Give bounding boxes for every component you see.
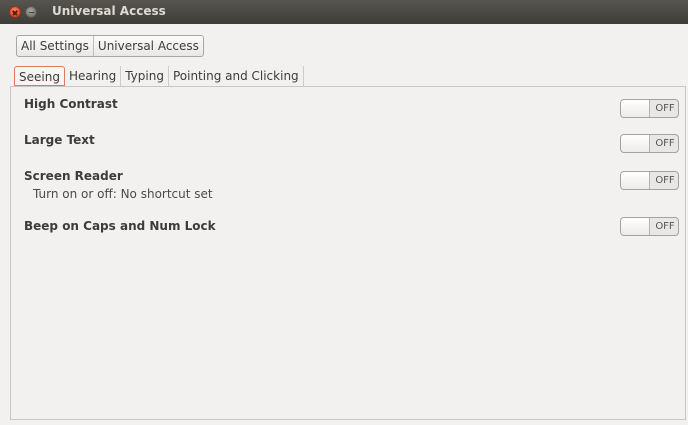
switch-knob xyxy=(621,218,650,235)
switch-state: OFF xyxy=(655,103,675,114)
large-text-switch[interactable]: OFF xyxy=(620,134,679,153)
high-contrast-switch[interactable]: OFF xyxy=(620,99,679,118)
beep-caps-num-lock-switch[interactable]: OFF xyxy=(620,217,679,236)
tab-pointing-and-clicking[interactable]: Pointing and Clicking xyxy=(169,66,304,86)
tab-bar: Seeing Hearing Typing Pointing and Click… xyxy=(14,66,304,86)
close-window-icon[interactable] xyxy=(9,6,21,18)
beep-caps-num-lock-label: Beep on Caps and Num Lock xyxy=(24,219,216,233)
switch-state: OFF xyxy=(655,175,675,186)
tab-typing[interactable]: Typing xyxy=(121,66,169,86)
window-title: Universal Access xyxy=(52,4,166,18)
screen-reader-switch[interactable]: OFF xyxy=(620,171,679,190)
switch-knob xyxy=(621,172,650,189)
switch-state: OFF xyxy=(655,138,675,149)
screen-reader-label: Screen Reader xyxy=(24,169,123,183)
breadcrumb: All Settings Universal Access xyxy=(16,35,204,57)
breadcrumb-universal-access[interactable]: Universal Access xyxy=(92,36,203,56)
screen-reader-shortcut: Turn on or off: No shortcut set xyxy=(33,187,213,201)
tab-seeing[interactable]: Seeing xyxy=(14,66,65,86)
breadcrumb-all-settings[interactable]: All Settings xyxy=(17,36,93,56)
tab-page xyxy=(10,86,686,420)
window-titlebar: Universal Access xyxy=(0,0,688,24)
switch-knob xyxy=(621,100,650,117)
switch-knob xyxy=(621,135,650,152)
minimize-window-icon[interactable] xyxy=(25,6,37,18)
high-contrast-label: High Contrast xyxy=(24,97,118,111)
switch-state: OFF xyxy=(655,221,675,232)
large-text-label: Large Text xyxy=(24,133,95,147)
tab-hearing[interactable]: Hearing xyxy=(65,66,122,86)
